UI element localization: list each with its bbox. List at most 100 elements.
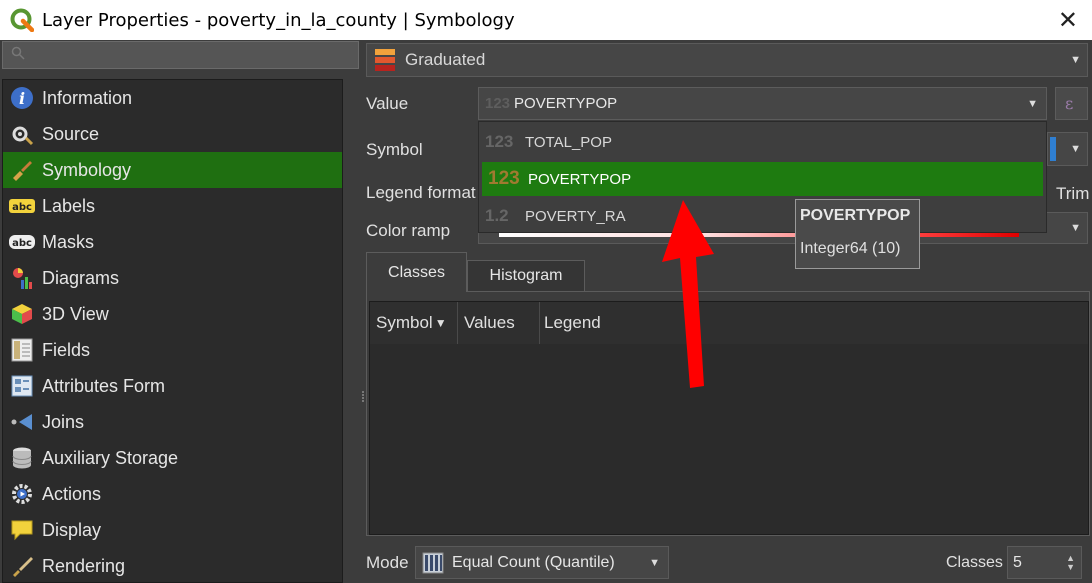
renderer-type-combo[interactable]: Graduated ▼ [366, 43, 1088, 77]
integer-field-icon: 123 [488, 168, 520, 189]
sidebar-item-joins[interactable]: Joins [3, 404, 342, 440]
fields-icon [9, 337, 35, 363]
labels-abc-icon: abc [9, 193, 35, 219]
cube-icon [9, 301, 35, 327]
dropdown-option-label: POVERTYPOP [528, 170, 632, 188]
renderer-type-value: Graduated [405, 50, 486, 69]
column-header-legend[interactable]: Legend [540, 302, 1088, 344]
info-icon: i [9, 85, 35, 111]
sidebar-item-rendering[interactable]: Rendering [3, 548, 342, 582]
masks-abc-icon: abc [9, 229, 35, 255]
sidebar-item-label: Actions [42, 483, 102, 504]
sort-down-icon: ▼ [434, 316, 447, 330]
panel-splitter[interactable] [361, 390, 365, 404]
sidebar-item-information[interactable]: i Information [3, 80, 342, 116]
symbol-button[interactable]: ▼ [1047, 132, 1088, 166]
sidebar-item-display[interactable]: Display [3, 512, 342, 548]
sidebar-item-label: Masks [42, 231, 95, 252]
mode-label: Mode [366, 553, 409, 572]
tab-histogram[interactable]: Histogram [467, 260, 585, 292]
sidebar-item-actions[interactable]: Actions [3, 476, 342, 512]
column-header-label: Legend [544, 313, 601, 332]
tab-classes[interactable]: Classes [366, 252, 467, 292]
column-header-symbol[interactable]: Symbol ▼ [370, 302, 458, 344]
sidebar-item-labels[interactable]: abc Labels [3, 188, 342, 224]
sidebar-item-label: Rendering [42, 555, 126, 576]
sidebar-item-auxiliary-storage[interactable]: Auxiliary Storage [3, 440, 342, 476]
decimal-field-icon: 1.2 [485, 206, 509, 225]
tooltip-field-name: POVERTYPOP [800, 207, 911, 224]
tooltip-field-type: Integer64 (10) [800, 240, 901, 257]
sidebar-item-label: Auxiliary Storage [42, 447, 179, 468]
close-icon[interactable]: ✕ [1058, 6, 1078, 34]
value-field-dropdown: 123 TOTAL_POP 123 POVERTYPOP 1.2 POVERTY… [478, 121, 1047, 233]
window-title: Layer Properties - poverty_in_la_county … [42, 9, 515, 31]
symbol-label: Symbol [366, 140, 423, 159]
classes-label: Classes [946, 554, 1003, 571]
value-field-combo[interactable]: 123 POVERTYPOP ▼ [478, 87, 1047, 120]
svg-text:i: i [19, 89, 25, 108]
sidebar-item-label: Symbology [42, 159, 132, 180]
speech-bubble-icon [9, 517, 35, 543]
sidebar-search-input[interactable] [2, 41, 359, 69]
value-field-selected: POVERTYPOP [514, 95, 618, 112]
svg-text:abc: abc [12, 238, 32, 249]
legend-format-label: Legend format [366, 183, 476, 202]
dropdown-option-label: POVERTY_RA [525, 207, 626, 225]
sidebar-item-label: Display [42, 519, 102, 540]
sidebar-item-label: Information [42, 87, 133, 108]
symbol-preview [1050, 137, 1056, 161]
dropdown-option-poverty-ra[interactable]: 1.2 POVERTY_RA [479, 198, 1046, 234]
dropdown-option-label: TOTAL_POP [525, 133, 612, 151]
classes-value: 5 [1013, 553, 1022, 571]
gear-play-icon [9, 481, 35, 507]
color-ramp-label: Color ramp [366, 221, 451, 240]
source-icon [9, 121, 35, 147]
chevron-down-icon: ▼ [1070, 143, 1081, 155]
sidebar-item-label: Labels [42, 195, 96, 216]
form-icon [9, 373, 35, 399]
mode-combo[interactable]: Equal Count (Quantile) ▼ [415, 546, 669, 579]
column-header-values[interactable]: Values [458, 302, 540, 344]
expression-button[interactable]: ε [1055, 87, 1088, 120]
sidebar-item-symbology[interactable]: Symbology [3, 152, 342, 188]
svg-text:abc: abc [12, 202, 32, 213]
diagrams-icon [9, 265, 35, 291]
symbology-brush-icon [9, 157, 35, 183]
chevron-down-icon: ▼ [649, 556, 660, 569]
annotation-arrow-icon [662, 200, 714, 388]
mode-value: Equal Count (Quantile) [452, 553, 615, 571]
graduated-icon [375, 49, 395, 71]
column-header-label: Values [464, 313, 515, 332]
spin-arrows-icon[interactable]: ▲ ▼ [1066, 554, 1075, 572]
chevron-down-icon: ▼ [1070, 222, 1081, 234]
integer-field-icon: 123 [485, 132, 514, 151]
sidebar-item-diagrams[interactable]: Diagrams [3, 260, 342, 296]
sidebar-list: i Information Source Symbology abc Label… [2, 79, 343, 583]
sidebar-item-attributes-form[interactable]: Attributes Form [3, 368, 342, 404]
value-label: Value [366, 94, 409, 113]
chevron-down-icon: ▼ [1070, 54, 1081, 66]
sidebar-item-label: Joins [42, 411, 85, 432]
classes-table[interactable]: Symbol ▼ Values Legend [369, 301, 1089, 535]
qgis-logo-icon [10, 8, 34, 32]
sidebar-item-source[interactable]: Source [3, 116, 342, 152]
sidebar-scrollbar[interactable] [345, 79, 357, 583]
integer-field-icon: 123 [485, 95, 511, 112]
sidebar-item-fields[interactable]: Fields [3, 332, 342, 368]
sidebar-item-3d-view[interactable]: 3D View [3, 296, 342, 332]
sidebar-item-label: Attributes Form [42, 375, 166, 396]
sidebar-item-label: Fields [42, 339, 91, 360]
classes-spinbox[interactable]: 5 ▲ ▼ [1007, 546, 1082, 579]
dropdown-option-povertypop[interactable]: 123 POVERTYPOP [482, 162, 1043, 196]
sidebar-item-label: Source [42, 123, 100, 144]
window-titlebar: Layer Properties - poverty_in_la_county … [0, 0, 1092, 40]
sidebar-item-masks[interactable]: abc Masks [3, 224, 342, 260]
sidebar-item-label: 3D View [42, 303, 109, 324]
dropdown-option-total-pop[interactable]: 123 TOTAL_POP [479, 124, 1046, 160]
joins-icon [9, 409, 35, 435]
chevron-down-icon: ▼ [1027, 97, 1038, 110]
column-header-label: Symbol [376, 313, 433, 332]
field-tooltip: POVERTYPOP Integer64 (10) [795, 199, 920, 269]
search-icon [11, 46, 25, 60]
